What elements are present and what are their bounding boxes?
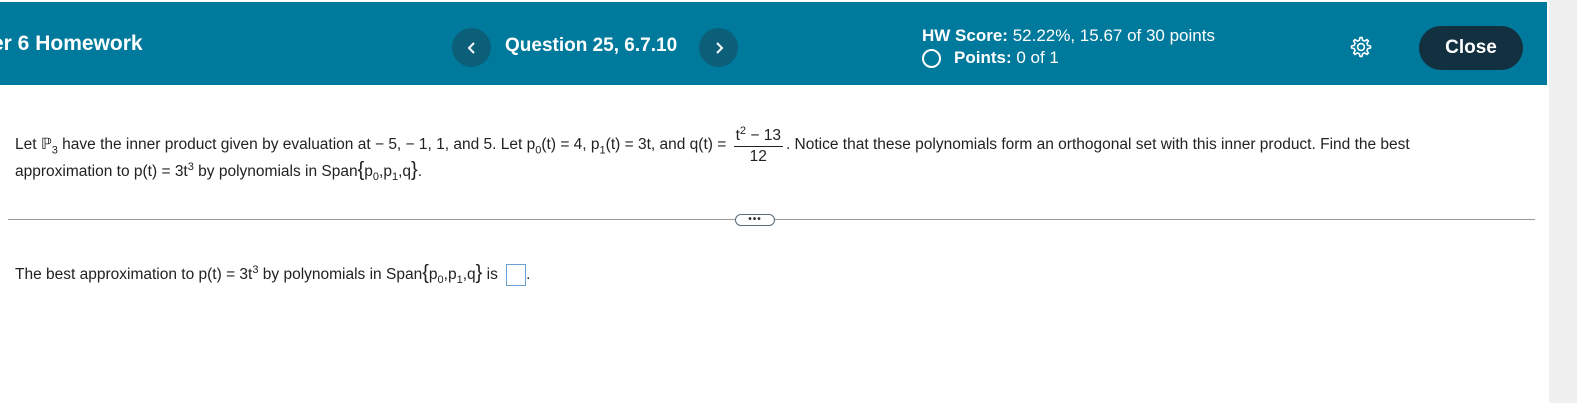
fraction: t2 − 13 12 <box>733 121 783 167</box>
hw-score-value: 52.22%, 15.67 of 30 points <box>1012 26 1215 45</box>
text: by polynomials in Span <box>258 266 423 283</box>
next-question-button[interactable] <box>699 28 738 67</box>
text: p <box>447 266 457 283</box>
text: . <box>526 266 531 283</box>
text: (t) = 4, <box>541 136 591 154</box>
more-options-button[interactable]: ••• <box>735 214 775 226</box>
chevron-right-icon <box>715 41 723 54</box>
hw-score-label: HW Score: <box>922 26 1008 45</box>
text: by polynomials in Span <box>193 163 358 180</box>
status-circle-icon <box>922 48 941 68</box>
question-line-2: approximation to p(t) = 3t3 by polynomia… <box>15 159 422 183</box>
scrollbar[interactable] <box>1549 0 1577 403</box>
text: { <box>422 262 429 284</box>
hw-score: HW Score: 52.22%, 15.67 of 30 points <box>922 26 1215 46</box>
text: p <box>526 136 536 154</box>
fraction-numerator: t2 − 13 <box>733 121 783 148</box>
gear-icon[interactable] <box>1349 35 1373 59</box>
previous-question-button[interactable] <box>452 28 491 67</box>
text: (t) = 3t, and q(t) = <box>605 136 731 154</box>
text: have the inner product given by evaluati… <box>57 136 527 154</box>
text: p <box>364 163 373 180</box>
text: ,q <box>462 266 476 283</box>
text: ℙ <box>40 136 52 154</box>
text: is <box>482 266 503 283</box>
fraction-denominator: 12 <box>749 148 767 166</box>
close-button[interactable]: Close <box>1419 26 1523 70</box>
question-label: Question 25, 6.7.10 <box>505 35 678 56</box>
points: Points: 0 of 1 <box>922 48 1059 68</box>
text: } <box>411 159 418 181</box>
text: ,q <box>398 163 412 180</box>
text: − 13 <box>746 127 781 145</box>
text: p <box>383 163 392 180</box>
assignment-title: er 6 Homework <box>0 32 143 55</box>
header-bar: er 6 Homework Question 25, 6.7.10 HW Sco… <box>0 2 1547 85</box>
chevron-left-icon <box>467 41 475 54</box>
text: . Notice that these polynomials form an … <box>785 136 1410 154</box>
answer-input[interactable] <box>506 263 527 286</box>
text: Let <box>15 136 41 154</box>
points-label: Points: <box>954 48 1012 67</box>
answer-line: The best approximation to p(t) = 3t3 by … <box>15 262 530 286</box>
text: The best approximation to p(t) = 3t <box>15 266 253 283</box>
points-value: 0 of 1 <box>1016 48 1059 67</box>
text: p <box>590 136 600 154</box>
text: p <box>428 266 438 283</box>
text: . <box>417 163 423 180</box>
text: approximation to p(t) = 3t <box>15 163 188 180</box>
